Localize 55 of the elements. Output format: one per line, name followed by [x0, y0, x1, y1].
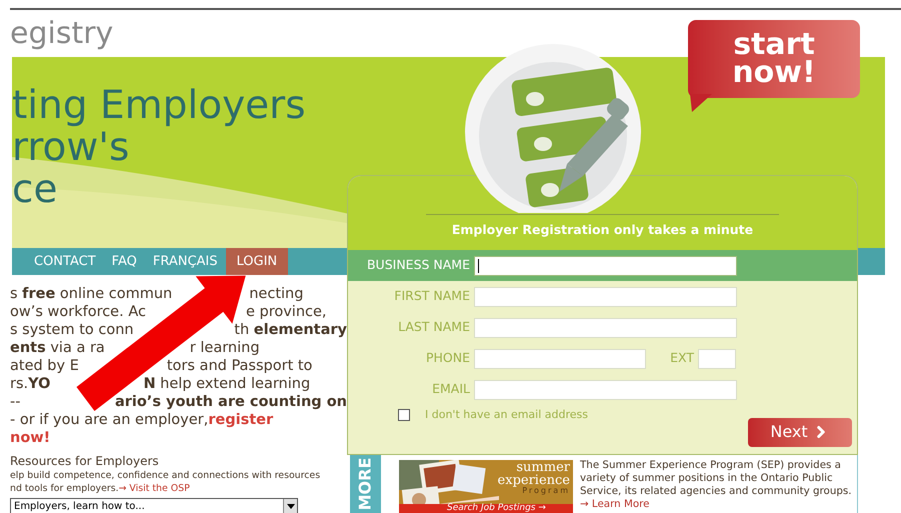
- section-text: elp build competence, confidence and connections with resources: [10, 469, 320, 482]
- intro-text: th elementary: [234, 321, 347, 339]
- intro-text: s system to conn: [10, 321, 134, 339]
- field-label: EXT: [669, 349, 695, 368]
- intro-text: e province,: [246, 303, 327, 321]
- intro-text: necting: [249, 285, 304, 303]
- start-now-tail-icon: [690, 94, 712, 112]
- next-button[interactable]: Next: [748, 418, 852, 446]
- intro-text: r learning: [190, 339, 260, 357]
- intro-text: ents via a ra: [10, 339, 105, 357]
- intro-text: s free online commun: [10, 285, 172, 303]
- intro-text: rs.YO: [10, 375, 50, 393]
- field-label: LAST NAME: [397, 318, 471, 336]
- field-label: PHONE: [424, 349, 471, 368]
- learn-more-link[interactable]: → Learn More: [580, 498, 650, 510]
- nav-link[interactable]: LOGIN: [226, 248, 288, 275]
- text-input[interactable]: [474, 348, 646, 368]
- promo-title: experience: [498, 474, 570, 487]
- banner-headline: ce: [12, 169, 58, 211]
- field-label: BUSINESS NAME: [366, 256, 471, 274]
- start-now-badge[interactable]: start now!: [688, 20, 860, 98]
- intro-text: --: [10, 393, 20, 411]
- text-input[interactable]: [474, 286, 737, 306]
- checkbox-label: I don't have an email address: [425, 407, 588, 423]
- field-label: EMAIL: [431, 380, 471, 398]
- nav-link[interactable]: FRANÇAIS: [144, 248, 226, 275]
- promo-subtitle: Program: [522, 487, 570, 495]
- promo-title: summer: [516, 461, 570, 474]
- banner-headline: ting Employers: [12, 85, 306, 127]
- text-input[interactable]: [474, 256, 737, 276]
- intro-text: tors and Passport to: [166, 357, 312, 375]
- panel-title: Employer Registration only takes a minute: [452, 221, 754, 240]
- intro-text: ated by E: [10, 357, 79, 375]
- intro-text: - or if you are an employer,: [10, 411, 208, 429]
- register-link[interactable]: register: [208, 411, 274, 429]
- visit-link[interactable]: → Visit the OSP: [118, 482, 190, 495]
- site-logo[interactable]: egistry: [10, 18, 114, 48]
- text-cursor: [478, 258, 479, 272]
- nav-link[interactable]: CONTACT: [26, 248, 104, 275]
- dropdown[interactable]: Employers, learn how to...: [10, 498, 298, 513]
- field-label: FIRST NAME: [393, 287, 471, 306]
- nav-link[interactable]: FAQ: [104, 248, 145, 275]
- more-tab[interactable]: MORE: [350, 455, 381, 513]
- intro-text: N help extend learning: [143, 375, 310, 393]
- section-text: nd tools for employers.: [10, 482, 119, 495]
- intro-text: ow’s workforce. Ac: [10, 303, 146, 321]
- text-input[interactable]: [698, 348, 736, 368]
- banner-headline: rrow's: [12, 127, 130, 169]
- text-input[interactable]: [474, 380, 737, 400]
- text-input[interactable]: [474, 318, 737, 338]
- intro-text: ario’s youth are counting on: [114, 393, 347, 411]
- section-title: Resources for Employers: [10, 454, 160, 469]
- register-link[interactable]: now!: [10, 429, 50, 447]
- checkbox[interactable]: [398, 409, 410, 422]
- promo-description: The Summer Experience Program (SEP) provides a variety of summer positions in the Ontario Public Service, its related agencies and community groups. → Learn More: [580, 459, 852, 512]
